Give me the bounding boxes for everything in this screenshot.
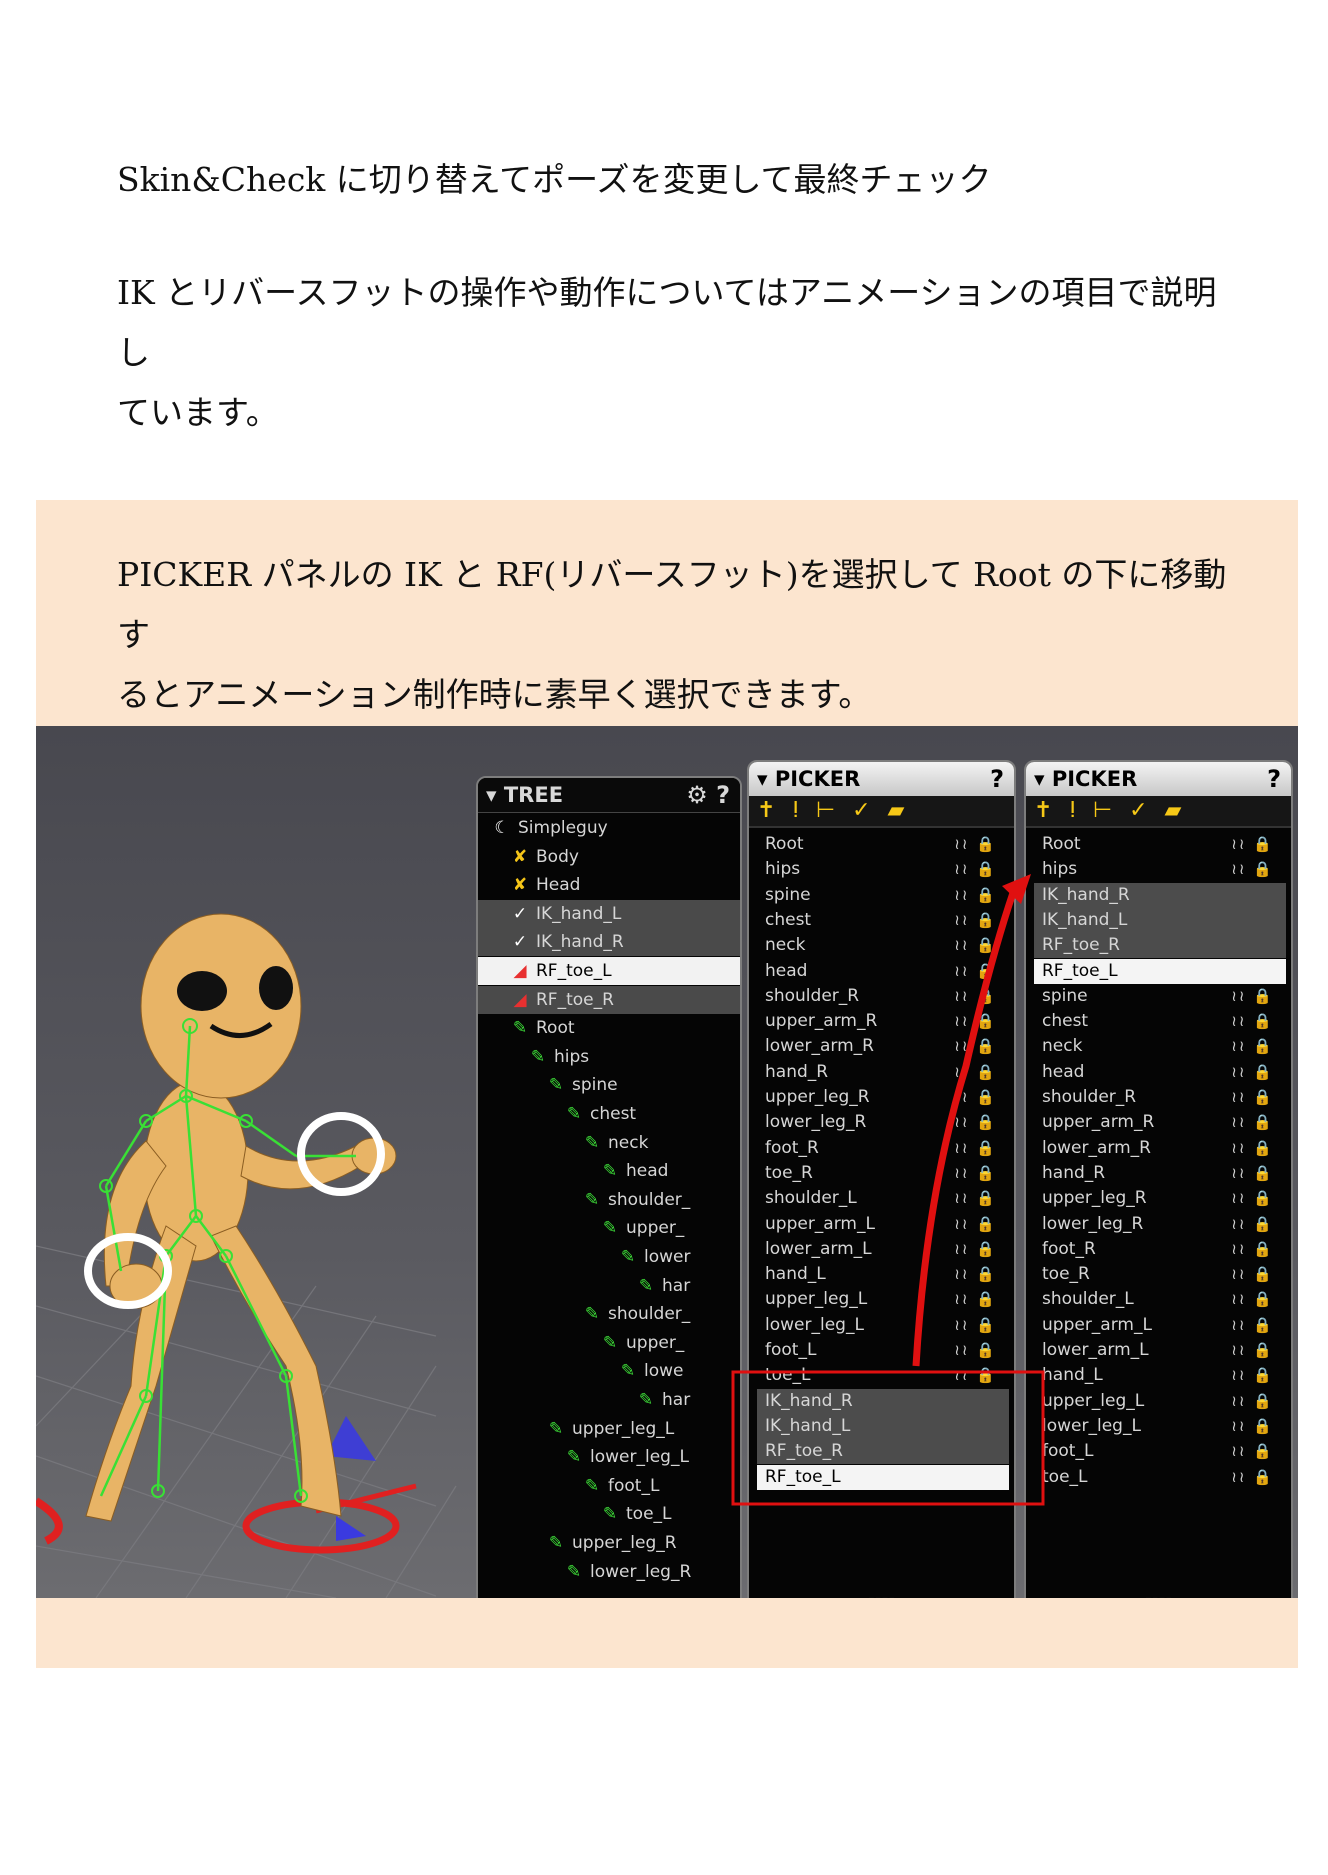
paragraph-1: Skin&Check に切り替えてポーズを変更して最終チェック (117, 160, 992, 199)
arrow-head-icon (1002, 874, 1031, 904)
app-screenshot: ▾ TREE ⚙ ? ☾ Simpleguy ✘ Body ✘ Head ✓ IK_hand_… (36, 726, 1298, 1598)
highlight-box (731, 1370, 1045, 1506)
paragraph-2: IK とリバースフットの操作や動作についてはアニメーションの項目で説明し ています… (117, 273, 1217, 432)
paragraph-3: PICKER パネルの IK と RF(リバースフット)を選択して Root の… (117, 555, 1227, 714)
annotation-overlay (731, 874, 1045, 1506)
move-arrow (912, 882, 1020, 1367)
